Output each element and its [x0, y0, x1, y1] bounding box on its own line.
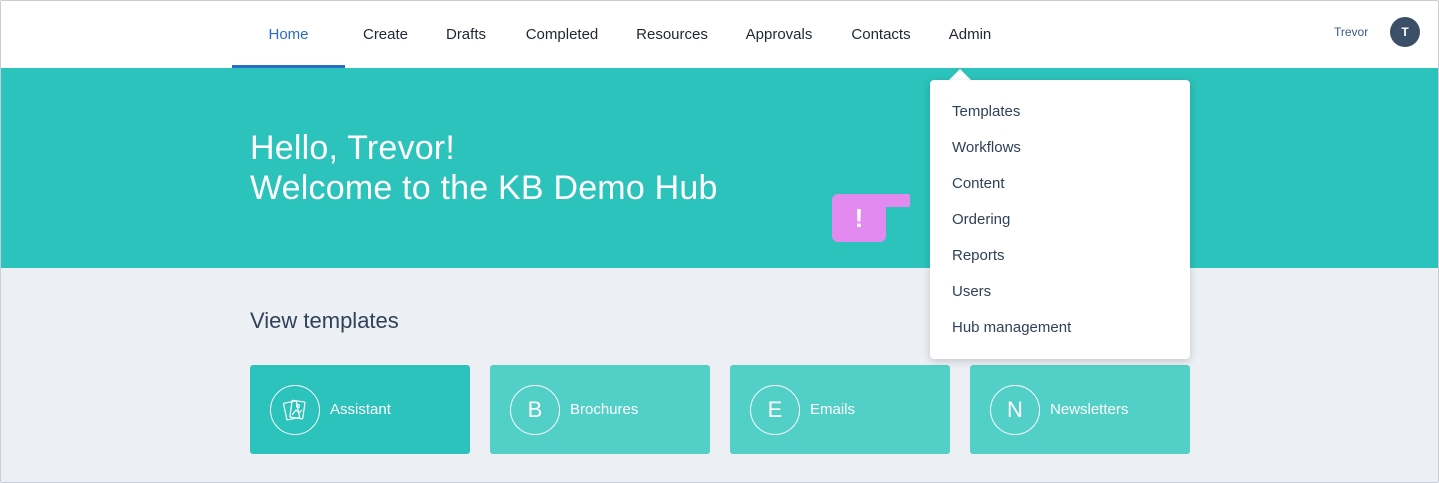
template-card-emails[interactable]: E Emails [730, 365, 950, 454]
hero-banner: Hello, Trevor! Welcome to the KB Demo Hu… [1, 68, 1438, 268]
template-card-assistant[interactable]: Assistant [250, 365, 470, 454]
nav-completed[interactable]: Completed [516, 1, 608, 68]
template-card-brochures[interactable]: B Brochures [490, 365, 710, 454]
letter-e-icon: E [750, 384, 800, 435]
menu-item-workflows[interactable]: Workflows [952, 139, 1021, 156]
menu-item-reports[interactable]: Reports [952, 247, 1005, 264]
menu-item-templates[interactable]: Templates [952, 103, 1020, 120]
nav-home[interactable]: Home [232, 1, 345, 68]
nav-drafts[interactable]: Drafts [437, 1, 495, 68]
card-label: Brochures [570, 401, 639, 418]
card-label: Assistant [330, 401, 391, 418]
letter-n-icon: N [990, 384, 1040, 435]
nav-resources[interactable]: Resources [629, 1, 715, 68]
feedback-marker[interactable]: ! [832, 194, 886, 242]
menu-item-hub-management[interactable]: Hub management [952, 319, 1071, 336]
welcome-text: Welcome to the KB Demo Hub [250, 169, 718, 207]
nav-create[interactable]: Create [351, 1, 420, 68]
top-nav: Home Create Drafts Completed Resources A… [1, 1, 1438, 68]
menu-item-content[interactable]: Content [952, 175, 1005, 192]
section-title: View templates [250, 308, 399, 333]
template-card-newsletters[interactable]: N Newsletters [970, 365, 1190, 454]
nav-admin[interactable]: Admin [941, 1, 999, 68]
card-label: Newsletters [1050, 401, 1129, 418]
menu-item-users[interactable]: Users [952, 283, 991, 300]
nav-approvals[interactable]: Approvals [737, 1, 821, 68]
avatar[interactable]: T [1390, 17, 1420, 47]
letter-b-icon: B [510, 384, 560, 435]
greeting-text: Hello, Trevor! [250, 129, 455, 167]
image-stack-icon [270, 384, 320, 435]
card-label: Emails [810, 401, 856, 418]
admin-dropdown-menu: Templates Workflows Content Ordering Rep… [930, 80, 1190, 359]
user-name[interactable]: Trevor [1334, 25, 1368, 39]
dropdown-caret [949, 69, 971, 80]
nav-contacts[interactable]: Contacts [843, 1, 919, 68]
app-frame: Home Create Drafts Completed Resources A… [0, 0, 1439, 483]
menu-item-ordering[interactable]: Ordering [952, 211, 1010, 228]
